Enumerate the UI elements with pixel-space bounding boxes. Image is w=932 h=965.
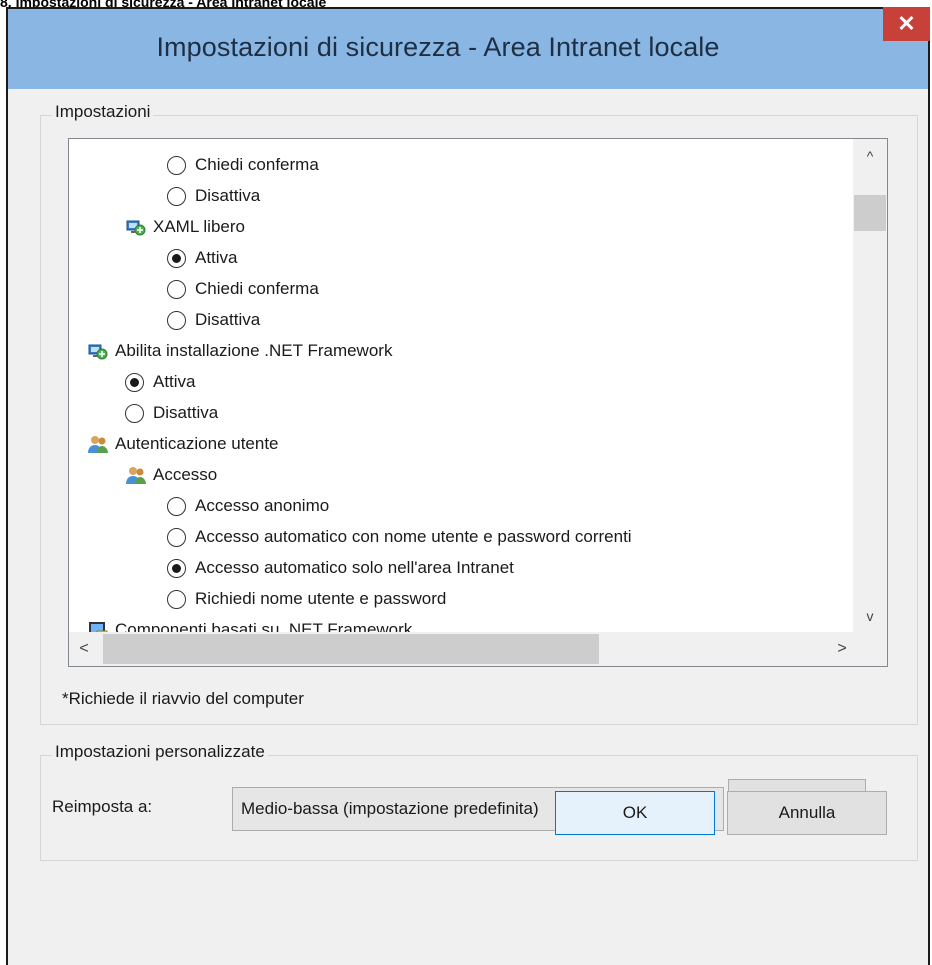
setting-option[interactable]: Attiva — [125, 368, 196, 396]
network-settings-icon — [87, 340, 109, 362]
radio-unchecked-icon[interactable] — [167, 155, 186, 175]
setting-category: Abilita installazione .NET Framework — [87, 337, 392, 365]
users-icon — [125, 464, 147, 486]
setting-label: Accesso automatico solo nell'area Intran… — [195, 558, 514, 577]
setting-label: Chiedi conferma — [195, 279, 319, 298]
restart-note: *Richiede il riavvio del computer — [62, 689, 304, 708]
scroll-up-arrow-icon[interactable]: ^ — [853, 141, 887, 171]
radio-unchecked-icon[interactable] — [167, 186, 186, 206]
setting-label: Accesso automatico con nome utente e pas… — [195, 527, 632, 546]
radio-unchecked-icon[interactable] — [167, 279, 186, 299]
setting-option[interactable]: Disattiva — [167, 306, 260, 334]
setting-label: Attiva — [153, 372, 196, 391]
reset-level-value: Medio-bassa (impostazione predefinita) — [241, 799, 539, 818]
scroll-down-arrow-icon[interactable]: v — [853, 601, 887, 631]
setting-option[interactable]: Accesso automatico con nome utente e pas… — [167, 523, 632, 551]
users-icon — [87, 433, 109, 455]
setting-label: Accesso — [153, 465, 218, 484]
setting-label: Disattiva — [195, 310, 261, 329]
setting-option[interactable]: Richiedi nome utente e password — [167, 585, 446, 613]
setting-label: XAML libero — [153, 217, 245, 236]
setting-label: Abilita installazione .NET Framework — [115, 341, 393, 360]
setting-option[interactable]: Accesso anonimo — [167, 492, 329, 520]
setting-label: Autenticazione utente — [115, 434, 279, 453]
network-settings-icon — [125, 216, 147, 238]
horizontal-scroll-thumb[interactable] — [103, 634, 599, 664]
horizontal-scrollbar[interactable]: < > — [69, 632, 855, 666]
radio-checked-icon[interactable] — [125, 372, 144, 392]
window-title: Impostazioni di sicurezza - Area Intrane… — [156, 32, 720, 62]
setting-option[interactable]: Disattiva — [125, 399, 218, 427]
scrollbar-corner — [853, 632, 887, 666]
settings-tree[interactable]: Chiedi conferma Disattiva XAML libero Attiv… — [68, 138, 888, 667]
vertical-scrollbar[interactable]: ^ v — [853, 139, 887, 635]
setting-label: Disattiva — [195, 186, 261, 205]
setting-option[interactable]: Disattiva — [167, 182, 260, 210]
setting-category: XAML libero — [125, 213, 245, 241]
ok-button[interactable]: OK — [555, 791, 715, 835]
setting-label: Richiedi nome utente e password — [195, 589, 447, 608]
close-button[interactable]: ✕ — [883, 7, 930, 41]
radio-unchecked-icon[interactable] — [167, 527, 186, 547]
setting-label: Accesso anonimo — [195, 496, 330, 515]
settings-group-label: Impostazioni — [52, 102, 154, 122]
radio-unchecked-icon[interactable] — [125, 403, 144, 423]
setting-label: Attiva — [195, 248, 238, 267]
radio-unchecked-icon[interactable] — [167, 496, 186, 516]
security-settings-dialog: Impostazioni di sicurezza - Area Intrane… — [6, 7, 930, 965]
setting-option[interactable]: Chiedi conferma — [167, 151, 319, 179]
setting-option[interactable]: Attiva — [167, 244, 238, 272]
radio-checked-icon[interactable] — [167, 248, 186, 268]
setting-option[interactable]: Accesso automatico solo nell'area Intran… — [167, 554, 514, 582]
radio-checked-icon[interactable] — [167, 558, 186, 578]
reset-to-label: Reimposta a: — [52, 797, 153, 816]
scroll-left-arrow-icon[interactable]: < — [69, 632, 99, 666]
setting-option[interactable]: Chiedi conferma — [167, 275, 319, 303]
radio-unchecked-icon[interactable] — [167, 310, 186, 330]
vertical-scroll-thumb[interactable] — [854, 195, 886, 231]
custom-settings-group-label: Impostazioni personalizzate — [52, 742, 268, 762]
setting-category: Autenticazione utente — [87, 430, 279, 458]
setting-label: Chiedi conferma — [195, 155, 319, 174]
setting-category: Accesso — [125, 461, 217, 489]
cancel-button[interactable]: Annulla — [727, 791, 887, 835]
title-bar: Impostazioni di sicurezza - Area Intrane… — [8, 7, 930, 89]
setting-label: Disattiva — [153, 403, 219, 422]
radio-unchecked-icon[interactable] — [167, 589, 186, 609]
